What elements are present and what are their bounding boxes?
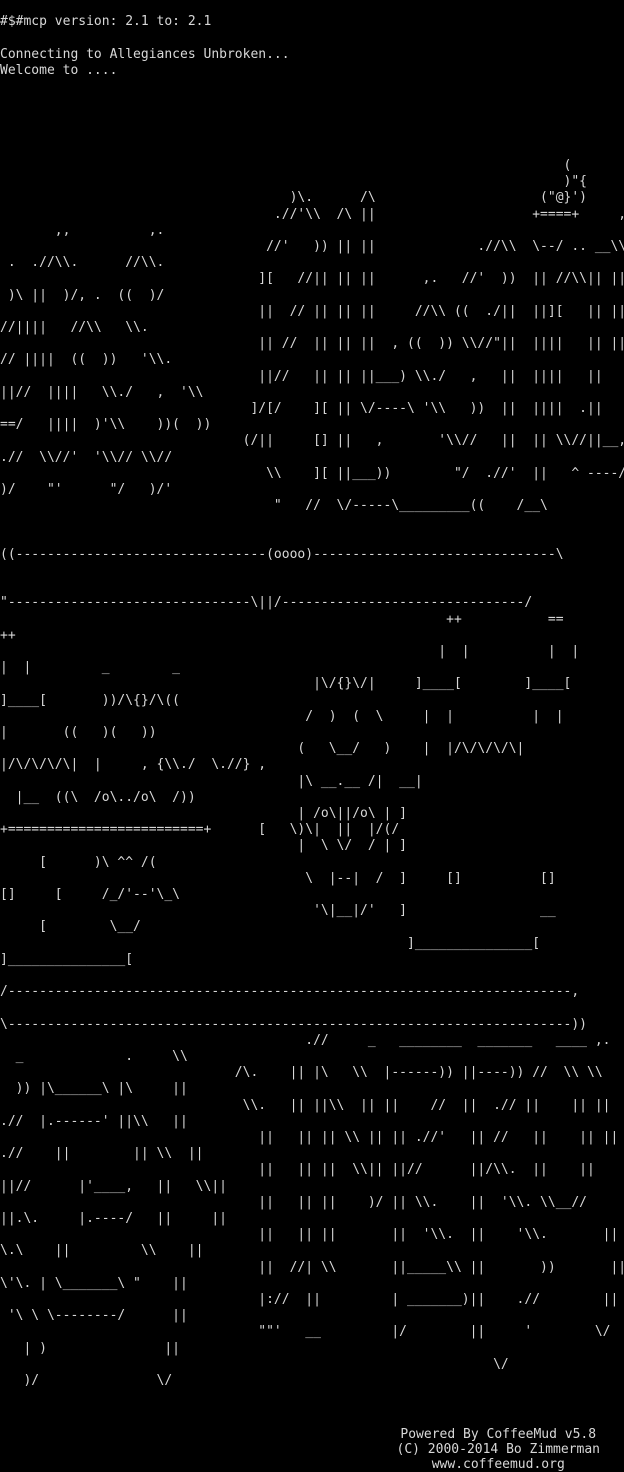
ascii-art-line: || // || || || //\\ (( ./|| ||][ || || — [0, 303, 624, 319]
ascii-art-line: ||// |||| \\./ , '\\ — [0, 384, 204, 400]
ascii-art-line: /---------------------------------------… — [0, 984, 580, 1000]
powered-by-line: Powered By CoffeeMud v5.8 — [400, 1427, 597, 1442]
ascii-art-line: ||// || || ||___) \\./ , || |||| || — [0, 368, 603, 384]
ascii-art-line: | | | | — [0, 644, 580, 659]
ascii-art-line: \ |--| / ] [] [] — [0, 870, 556, 886]
ascii-art-line: '\|__|/' ] __ — [0, 903, 556, 919]
ascii-art-line: '\ \ \--------/ || — [0, 1308, 188, 1324]
ascii-art-line: | \ \/ / | ] — [0, 838, 407, 854]
ascii-art-line: |\/{}\/| ]____[ ]____[ — [0, 676, 572, 692]
ascii-art-line: )\ || )/, . (( )/ — [0, 287, 165, 303]
ascii-art-line: |\ __.__ /| __| — [0, 773, 423, 789]
ascii-art-line: )\. /\ ("@}') — [0, 190, 587, 206]
ascii-art-line: ]/[/ ][ || \/----\ '\\ )) || |||| .|| — [0, 401, 603, 416]
ascii-art-line: ((--------------------------------(oooo)… — [0, 546, 564, 562]
ascii-art-line: .// || || \\ || — [0, 1146, 204, 1162]
ascii-art-line: .// \\//' '\\// \\// — [0, 449, 173, 465]
ascii-art-line: // |||| (( )) '\\. — [0, 352, 173, 368]
ascii-art-line: ( — [0, 158, 572, 173]
ascii-art-line: ||// |'____, || \\|| — [0, 1178, 227, 1194]
mcp-version-line: #$#mcp version: 2.1 to: 2.1 — [0, 14, 212, 29]
ascii-art-line: /\. || |\ \\ |------)) ||----)) // \\ \\ — [0, 1065, 603, 1081]
ascii-art-line: | ) || — [0, 1340, 181, 1356]
ascii-art-line: ||.\. |.----/ || || — [0, 1211, 227, 1226]
ascii-art-line: _ . \\ — [0, 1049, 188, 1064]
ascii-art-line: //|||| //\\ \\. — [0, 320, 149, 335]
ascii-art-line: ++ == — [0, 611, 564, 627]
ascii-art-line: )) |\______\ |\ || — [0, 1081, 188, 1097]
ascii-art-line: | | _ _ — [0, 660, 181, 676]
ascii-art-line: . .//\\. //\\. — [0, 255, 165, 271]
ascii-art-line: .// |.------' ||\\ || — [0, 1113, 188, 1129]
ascii-art-line: || //| \\ ||_____\\ || )) || — [0, 1259, 624, 1275]
ascii-art-line: [ )\ ^^ /( — [0, 854, 157, 870]
ascii-art-line: +=========================+ [ \)\| || |/… — [0, 822, 400, 838]
ascii-art-line: \/ — [0, 1356, 509, 1372]
ascii-art-line: \\ ][ ||___)) "/ .//' || ^ ----/ — [0, 465, 624, 481]
ascii-art-line: )"{ — [0, 174, 587, 190]
ascii-art-line: ][ //|| || || ,. //' )) || //\\|| || — [0, 271, 624, 287]
ascii-art-line: | (( )( )) — [0, 725, 157, 740]
ascii-art-line: .//'\\ /\ || +====+ , — [0, 206, 624, 222]
ascii-art-line: " // \/-----\_________(( /__\ — [0, 498, 548, 514]
ascii-art-line: ==/ |||| )'\\ ))( )) — [0, 417, 212, 433]
ascii-art-line: ]____[ ))/\{}/\(( — [0, 692, 181, 708]
ascii-art-line: \\. || ||\\ || || // || .// || || || — [0, 1097, 611, 1113]
ascii-art-line: ]_______________[ — [0, 951, 134, 967]
ascii-art-line: (/|| [] || , '\\// || || \\//||__, — [0, 433, 624, 449]
ascii-art-line: .// _ ________ _______ ____ ,. — [0, 1032, 611, 1048]
ascii-art-line: )/ "' "/ )/' — [0, 482, 173, 497]
ascii-art-line: | /o\||/o\ | ] — [0, 806, 407, 821]
ascii-art-line: || || || \\ || || .//' || // || || || — [0, 1130, 619, 1145]
ascii-art-line: || || || )/ || \\. || '\\. \\__// — [0, 1194, 587, 1210]
welcome-line: Welcome to .... — [0, 63, 118, 78]
ascii-art-line: [ \__/ — [0, 919, 141, 935]
ascii-art-line: ""' __ |/ || ' \/ — [0, 1324, 611, 1340]
ascii-art-line: || || || \\|| ||// ||/\\. || || — [0, 1162, 595, 1178]
ascii-art-line: ++ — [0, 627, 16, 643]
terminal-screen: #$#mcp version: 2.1 to: 2.1 Connecting t… — [0, 0, 624, 1472]
ascii-art-line: ,, ,. — [0, 222, 165, 238]
ascii-art-line: / ) ( \ | | | | | — [0, 708, 624, 724]
ascii-art-line: [] [ /_/'--'\_\ — [0, 887, 181, 902]
ascii-art-line: \'\. | \_______\ " || — [0, 1275, 188, 1291]
ascii-art-line: || || || || '\\. || '\\. || — [0, 1227, 619, 1243]
ascii-art-line: ]_______________[ — [0, 935, 541, 951]
ascii-art-line: |/\/\/\/\| | , {\\./ \.//} , — [0, 757, 267, 773]
ascii-art-line: //' )) || || .//\\ \--/ .. __\\. — [0, 239, 624, 254]
ascii-art-line: ( \__/ ) | |/\/\/\/\| — [0, 741, 525, 757]
ascii-art-line: |__ ((\ /o\../o\ /)) — [0, 789, 196, 805]
ascii-art-line: \.\ || \\ || — [0, 1243, 204, 1259]
ascii-art-line: "-------------------------------\||/----… — [0, 595, 533, 611]
ascii-art-line: || // || || || , (( )) \\//"|| |||| || |… — [0, 336, 624, 352]
credits-footer: Powered By CoffeeMud v5.8 (C) 2000-2014 … — [397, 1427, 601, 1472]
ascii-art-line: \---------------------------------------… — [0, 1016, 587, 1032]
ascii-art-line: |:// || | _______)|| .// || — [0, 1292, 619, 1307]
copyright-line: (C) 2000-2014 Bo Zimmerman — [396, 1442, 601, 1457]
website-line: www.coffeemud.org — [431, 1457, 565, 1472]
connecting-line: Connecting to Allegiances Unbroken... — [0, 47, 290, 62]
ascii-art-line: )/ \/ — [0, 1373, 173, 1388]
